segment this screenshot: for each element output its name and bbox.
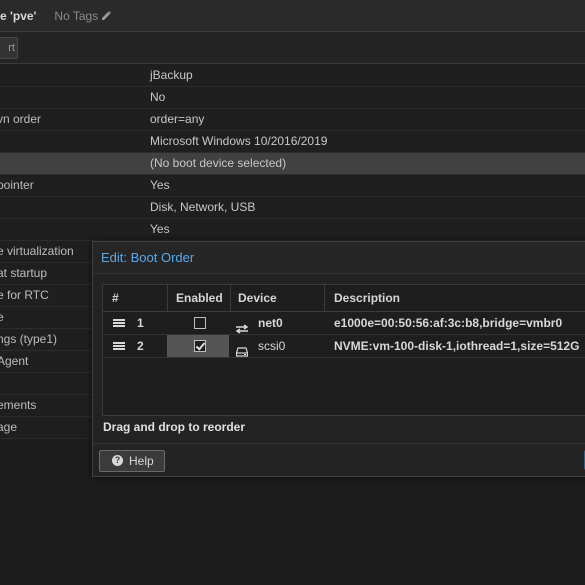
- toolbar-button[interactable]: rt: [0, 37, 18, 59]
- help-button[interactable]: ? Help: [99, 450, 165, 472]
- option-key: e: [0, 310, 4, 324]
- row-number: 2: [137, 339, 144, 353]
- boot-order-dialog: Edit: Boot Order # Enabled Device Descri…: [92, 241, 585, 477]
- option-key: ngs (type1): [0, 332, 58, 346]
- option-value: Microsoft Windows 10/2016/2019: [150, 134, 328, 148]
- question-icon: ?: [112, 455, 123, 466]
- drag-handle-icon[interactable]: [113, 342, 125, 350]
- option-row[interactable]: Disk, Network, USB: [0, 197, 585, 219]
- option-row[interactable]: No: [0, 87, 585, 109]
- device-name: scsi0: [258, 339, 286, 353]
- option-key: ements: [0, 398, 37, 412]
- option-value: order=any: [150, 112, 205, 126]
- page-header: e 'pve' No Tags: [0, 0, 585, 32]
- column-number[interactable]: #: [103, 285, 168, 311]
- device-description: NVME:vm-100-disk-1,iothread=1,size=512G: [334, 339, 580, 353]
- dialog-title: Edit: Boot Order: [93, 242, 585, 274]
- option-key: at startup: [0, 266, 48, 280]
- boot-order-table: # Enabled Device Description 1 net0 e100…: [102, 284, 585, 416]
- option-row[interactable]: Yes: [0, 219, 585, 241]
- option-value: Yes: [150, 178, 170, 192]
- drag-handle-icon[interactable]: [113, 319, 125, 327]
- option-key: vn order: [0, 112, 42, 126]
- reorder-hint: Drag and drop to reorder: [103, 420, 246, 434]
- option-value: Yes: [150, 222, 170, 236]
- option-value: Disk, Network, USB: [150, 200, 256, 214]
- device-description: e1000e=00:50:56:af:3c:b8,bridge=vmbr0: [334, 316, 563, 330]
- option-row[interactable]: vn order order=any: [0, 109, 585, 131]
- tags-area[interactable]: No Tags: [54, 9, 112, 23]
- option-key: e virtualization: [0, 244, 74, 258]
- option-value: (No boot device selected): [150, 156, 287, 170]
- disk-icon: [236, 347, 248, 357]
- option-key: age: [0, 420, 18, 434]
- column-enabled[interactable]: Enabled: [167, 285, 231, 311]
- dialog-footer-divider: [93, 443, 585, 444]
- column-device[interactable]: Device: [230, 285, 325, 311]
- option-key: pointer: [0, 178, 34, 192]
- option-key: Agent: [0, 354, 29, 368]
- option-key: e for RTC: [0, 288, 49, 302]
- option-row[interactable]: (No boot device selected): [0, 153, 585, 175]
- table-row[interactable]: 2 scsi0 NVME:vm-100-disk-1,iothread=1,si…: [103, 335, 585, 358]
- option-row[interactable]: jBackup: [0, 65, 585, 87]
- column-description[interactable]: Description: [325, 285, 585, 311]
- table-header: # Enabled Device Description: [103, 285, 585, 312]
- enabled-checkbox[interactable]: [194, 317, 206, 329]
- enabled-checkbox[interactable]: [194, 340, 206, 352]
- pencil-icon[interactable]: [101, 10, 112, 21]
- help-label: Help: [129, 454, 154, 468]
- toolbar: rt: [0, 32, 585, 64]
- row-number: 1: [137, 316, 144, 330]
- option-value: jBackup: [150, 68, 193, 82]
- page-title: e 'pve': [0, 8, 37, 23]
- tags-label: No Tags: [54, 8, 99, 23]
- device-name: net0: [258, 316, 283, 330]
- option-row[interactable]: Microsoft Windows 10/2016/2019: [0, 131, 585, 153]
- option-value: No: [150, 90, 166, 104]
- table-row[interactable]: 1 net0 e1000e=00:50:56:af:3c:b8,bridge=v…: [103, 312, 585, 335]
- option-row[interactable]: pointer Yes: [0, 175, 585, 197]
